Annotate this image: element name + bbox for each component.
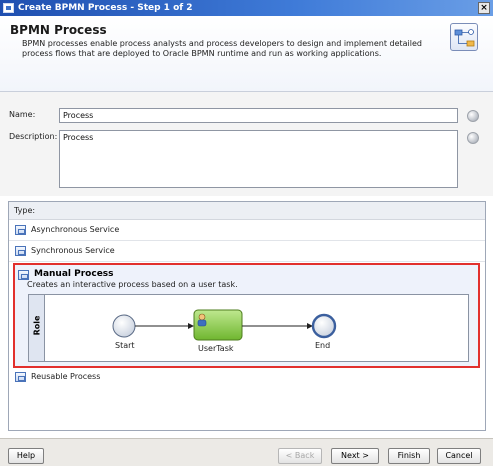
process-icon [15,372,26,382]
type-label: Asynchronous Service [31,225,120,234]
start-event-label: Start [115,341,135,350]
sequence-flow-1-arrow [188,323,194,329]
manual-process-description: Creates an interactive process based on … [27,280,238,289]
lane-header: Role [29,295,45,361]
back-button[interactable]: < Back [278,448,322,464]
end-event [311,313,337,339]
process-form: Name: Process Description: Process [0,92,493,196]
finish-button[interactable]: Finish [388,448,430,464]
type-header: Type: [9,202,485,220]
diagram-canvas [112,309,337,341]
header-description: BPMN processes enable process analysts a… [22,39,422,58]
close-button[interactable]: × [478,2,490,14]
process-type-list: Type: Asynchronous Service Synchronous S… [8,201,486,431]
help-button[interactable]: Help [8,448,44,464]
wizard-header: BPMN Process BPMN processes enable proce… [0,16,493,92]
name-input[interactable]: Process [59,108,458,123]
user-task-label: UserTask [198,344,234,353]
user-task-icon [197,313,207,327]
next-button[interactable]: Next > [331,448,379,464]
bpmn-process-icon [450,23,478,51]
service-icon [15,225,26,235]
divider [9,240,485,241]
manual-process-title: Manual Process [18,268,114,280]
name-label: Name: [9,110,36,119]
cancel-button[interactable]: Cancel [437,448,481,464]
lane-label: Role [32,315,42,336]
type-manual-process-selected[interactable]: Manual Process Creates an interactive pr… [13,263,480,368]
type-asynchronous-service[interactable]: Asynchronous Service [15,223,119,237]
service-icon [15,246,26,256]
window-title: Create BPMN Process - Step 1 of 2 [18,3,193,13]
description-input[interactable]: Process [59,130,458,188]
wizard-button-bar: Help < Back Next > Finish Cancel [0,438,493,466]
process-preview-diagram: Role Start UserTask End [28,294,469,362]
process-icon [18,270,29,280]
type-reusable-process[interactable]: Reusable Process [15,370,100,384]
end-event-label: End [315,341,331,350]
description-label: Description: [9,132,58,141]
divider [9,261,485,262]
type-label: Synchronous Service [31,246,115,255]
window-app-icon [3,3,14,13]
type-label: Reusable Process [31,372,101,381]
manual-process-label: Manual Process [34,269,114,279]
start-event [112,314,136,338]
name-help-icon[interactable] [467,110,479,122]
header-title: BPMN Process [10,23,107,37]
type-synchronous-service[interactable]: Synchronous Service [15,244,115,258]
window-titlebar[interactable]: Create BPMN Process - Step 1 of 2 × [0,0,493,16]
description-help-icon[interactable] [467,132,479,144]
